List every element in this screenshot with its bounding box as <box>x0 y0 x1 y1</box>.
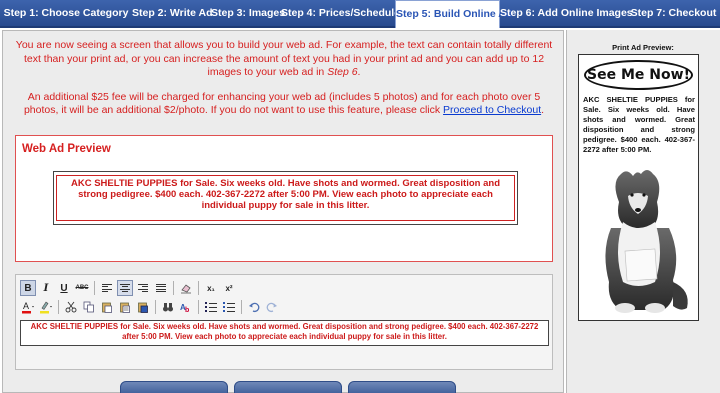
step-tab-7[interactable]: Step 7: Checkout <box>627 0 720 26</box>
editor-toolbar-row-1: B I U ABC x₁ x² <box>20 279 239 297</box>
toolbar-separator <box>58 300 59 314</box>
sheltie-dog-photo <box>605 170 688 313</box>
web-ad-text-editor[interactable]: AKC SHELTIE PUPPIES for Sale. Six weeks … <box>20 320 549 346</box>
redo-icon <box>266 302 277 313</box>
intro-paragraph-2: An additional $25 fee will be charged fo… <box>11 91 557 118</box>
intro-p1-end: . <box>357 66 361 78</box>
bottom-buttons <box>120 381 462 393</box>
toolbar-separator <box>241 300 242 314</box>
proceed-to-checkout-link[interactable]: Proceed to Checkout <box>443 104 541 116</box>
paste-button[interactable] <box>99 299 115 315</box>
italic-button[interactable]: I <box>38 280 54 296</box>
web-ad-text: AKC SHELTIE PUPPIES for Sale. Six weeks … <box>56 175 515 221</box>
undo-button[interactable] <box>246 299 262 315</box>
step-tab-5[interactable]: Step 5: Build Online Ad <box>395 0 512 28</box>
paste-word-icon <box>138 302 148 313</box>
align-right-button[interactable] <box>135 280 151 296</box>
toolbar-separator <box>94 281 95 295</box>
main-panel: You are now seeing a screen that allows … <box>2 30 564 393</box>
editor-toolbar-row-2: A A b <box>20 298 282 316</box>
print-ad: See Me Now! AKC SHELTIE PUPPIES for Sale… <box>578 54 699 321</box>
step-tab-1[interactable]: Step 1: Choose Category <box>0 0 132 26</box>
eraser-icon <box>181 284 191 294</box>
redo-button[interactable] <box>264 299 280 315</box>
toolbar-separator <box>198 281 199 295</box>
print-ad-text: AKC SHELTIE PUPPIES for Sale. Six weeks … <box>583 95 695 154</box>
step-tab-6[interactable]: Step 6: Add Online Images <box>500 0 633 26</box>
svg-text:A: A <box>23 301 29 311</box>
web-ad-preview: Web Ad Preview AKC SHELTIE PUPPIES for S… <box>15 135 553 262</box>
numbered-list-button[interactable] <box>221 299 237 315</box>
intro-p1-text: You are now seeing a screen that allows … <box>15 39 553 78</box>
toolbar-separator <box>173 281 174 295</box>
align-left-button[interactable] <box>99 280 115 296</box>
svg-text:b: b <box>185 307 189 313</box>
numbered-list-icon <box>223 302 235 312</box>
align-center-icon <box>120 283 130 293</box>
step-tab-2[interactable]: Step 2: Write Ad <box>132 0 213 26</box>
superscript-button[interactable]: x² <box>221 280 237 296</box>
intro-paragraph-1: You are now seeing a screen that allows … <box>11 39 557 80</box>
font-color-button[interactable]: A <box>20 299 36 315</box>
bold-button[interactable]: B <box>20 280 36 296</box>
find-button[interactable] <box>160 299 176 315</box>
scissors-icon <box>65 301 77 313</box>
replace-button[interactable]: Ab <box>178 299 194 315</box>
web-ad-frame: AKC SHELTIE PUPPIES for Sale. Six weeks … <box>53 171 518 225</box>
bulleted-list-button[interactable] <box>203 299 219 315</box>
intro-text: You are now seeing a screen that allows … <box>11 39 557 129</box>
web-ad-preview-title: Web Ad Preview <box>22 143 111 155</box>
rich-text-editor: B I U ABC x₁ x² A A b AKC SHELTIE PUPPIE… <box>15 274 553 370</box>
replace-icon: Ab <box>180 303 189 313</box>
intro-step-6: Step 6 <box>327 66 358 78</box>
toolbar-separator <box>198 300 199 314</box>
toolbar-separator <box>155 300 156 314</box>
step-tab-4[interactable]: Step 4: Prices/Schedule <box>281 0 400 26</box>
highlight-color-button[interactable] <box>38 299 54 315</box>
step-tabs: Step 1: Choose Category Step 2: Write Ad S… <box>0 0 720 28</box>
bottom-button-2[interactable] <box>234 381 342 393</box>
underline-button[interactable]: U <box>56 280 72 296</box>
step-tab-3[interactable]: Step 3: Images <box>211 0 285 26</box>
align-left-icon <box>102 283 112 293</box>
paste-icon <box>102 302 112 313</box>
justify-button[interactable] <box>153 280 169 296</box>
paste-text-icon <box>120 302 130 313</box>
remove-format-button[interactable] <box>178 280 194 296</box>
print-preview-title: Print Ad Preview: <box>612 43 674 52</box>
subscript-button[interactable]: x₁ <box>203 280 219 296</box>
binoculars-icon <box>163 303 173 312</box>
paste-text-button[interactable] <box>117 299 133 315</box>
align-center-button[interactable] <box>117 280 133 296</box>
align-right-icon <box>138 283 148 293</box>
bottom-button-3[interactable] <box>348 381 456 393</box>
bottom-button-1[interactable] <box>120 381 228 393</box>
paste-word-button[interactable] <box>135 299 151 315</box>
bulleted-list-icon <box>205 302 217 312</box>
strikethrough-button[interactable]: ABC <box>74 280 90 296</box>
intro-p2-end: . <box>541 104 545 116</box>
highlight-icon <box>40 301 52 314</box>
print-preview-panel: Print Ad Preview: See Me Now! AKC SHELTI… <box>566 30 720 393</box>
copy-icon <box>83 301 94 313</box>
cut-button[interactable] <box>63 299 79 315</box>
copy-button[interactable] <box>81 299 97 315</box>
undo-icon <box>249 302 260 313</box>
font-color-icon: A <box>22 301 34 314</box>
justify-icon <box>156 283 166 293</box>
see-me-now-badge: See Me Now! <box>584 60 693 90</box>
